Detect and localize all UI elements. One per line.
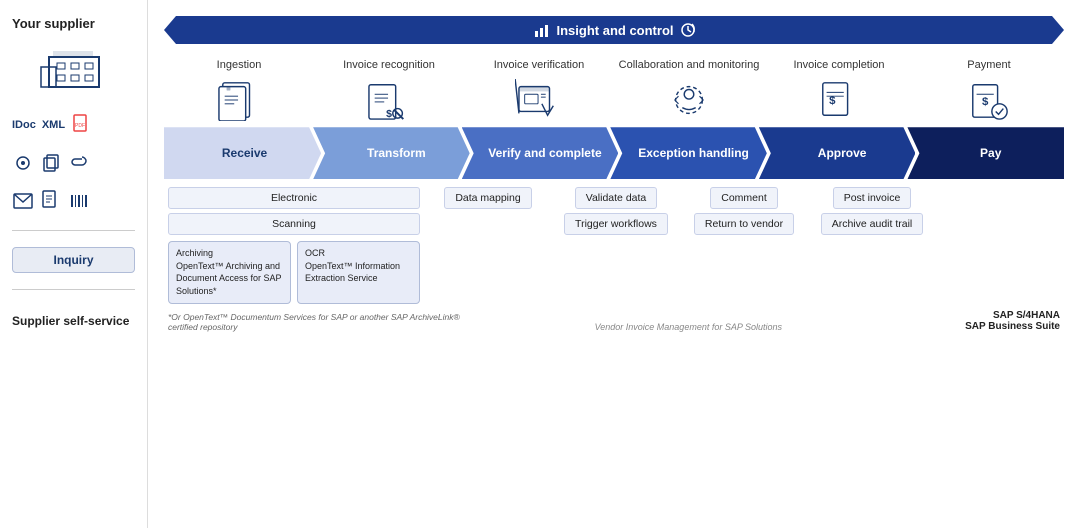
footnote: *Or OpenText™ Documentum Services for SA… — [168, 312, 465, 332]
payment-icon: $ — [965, 79, 1013, 121]
ocr-box: OCR OpenText™ Information Extraction Ser… — [297, 241, 420, 303]
electronic-item: Electronic — [168, 187, 420, 209]
pay-label: Pay — [980, 146, 1001, 162]
collaboration-icon — [665, 79, 713, 121]
insight-arrow: Insight and control — [164, 16, 1064, 44]
ingestion-title: Ingestion — [217, 58, 262, 72]
supplier-icon-area — [12, 47, 135, 92]
settings-icon — [12, 152, 34, 174]
stage-payment: Payment $ — [914, 58, 1064, 121]
stage-ingestion: Ingestion — [164, 58, 314, 121]
approve-label: Approve — [818, 146, 867, 162]
icons-row-3 — [12, 190, 135, 212]
idoc-label: IDoc — [12, 119, 36, 131]
xml-label: XML — [42, 119, 65, 131]
transform-label: Transform — [367, 146, 426, 162]
supplier-building-icon — [39, 47, 109, 92]
clock-refresh-icon — [680, 22, 696, 38]
data-mapping-item: Data mapping — [444, 187, 531, 209]
svg-text:PDF: PDF — [75, 123, 85, 129]
docs-icon — [40, 190, 62, 212]
invoice-verification-title: Invoice verification — [494, 58, 585, 72]
trigger-workflows-item: Trigger workflows — [564, 213, 668, 235]
segment-verify: Verify and complete — [462, 127, 619, 179]
svg-text:$: $ — [982, 96, 989, 108]
insight-icon — [533, 21, 551, 39]
comment-item: Comment — [710, 187, 778, 209]
ocr-subtitle: OpenText™ Information Extraction Service — [305, 260, 412, 285]
invoice-verification-icon — [515, 79, 563, 121]
payment-title: Payment — [967, 58, 1010, 72]
bottom-row: *Or OpenText™ Documentum Services for SA… — [164, 310, 1064, 332]
invoice-recognition-icon: $ — [365, 79, 413, 121]
ingestion-icon — [215, 79, 263, 121]
email-icon — [12, 190, 34, 212]
ocr-title: OCR — [305, 247, 412, 260]
inquiry-button[interactable]: Inquiry — [12, 247, 135, 273]
sidebar: Your supplier IDoc XML PDF — [0, 0, 148, 528]
col-receive: Electronic Scanning Archiving OpenText™ … — [164, 187, 424, 303]
verify-label: Verify and complete — [488, 146, 601, 162]
pdf-icon: PDF — [71, 114, 93, 136]
archiving-subtitle: OpenText™ Archiving and Document Access … — [176, 260, 283, 298]
segment-pay: Pay — [907, 127, 1064, 179]
sap-label: SAP S/4HANA SAP Business Suite — [911, 310, 1060, 332]
col-approve: Post invoice Archive audit trail — [808, 187, 936, 235]
invoice-completion-title: Invoice completion — [793, 58, 884, 72]
self-service-label: Supplier self-service — [12, 314, 135, 328]
paperclip-icon — [68, 152, 90, 174]
sidebar-divider-2 — [12, 289, 135, 290]
collaboration-title: Collaboration and monitoring — [619, 58, 760, 72]
insight-label: Insight and control — [533, 21, 696, 39]
barcode-icon — [68, 190, 90, 212]
stage-invoice-completion: Invoice completion $ — [764, 58, 914, 121]
receive-label: Receive — [222, 146, 267, 162]
col-verify: Validate data Trigger workflows — [552, 187, 680, 235]
post-invoice-item: Post invoice — [833, 187, 912, 209]
stage-invoice-recognition: Invoice recognition $ — [314, 58, 464, 121]
stage-invoice-verification: Invoice verification — [464, 58, 614, 121]
segment-receive: Receive — [164, 127, 321, 179]
icons-row-2 — [12, 152, 135, 174]
receive-archive-row: Archiving OpenText™ Archiving and Docume… — [168, 241, 420, 303]
col-transform: Data mapping — [424, 187, 552, 209]
segment-approve: Approve — [759, 127, 916, 179]
exception-label: Exception handling — [638, 146, 749, 162]
archive-audit-trail-item: Archive audit trail — [821, 213, 924, 235]
svg-text:$: $ — [386, 108, 392, 120]
insight-bar: Insight and control — [164, 12, 1064, 48]
invoice-recognition-title: Invoice recognition — [343, 58, 435, 72]
stage-collaboration: Collaboration and monitoring — [614, 58, 764, 121]
scanning-item: Scanning — [168, 213, 420, 235]
archiving-title: Archiving — [176, 247, 283, 260]
segment-exception: Exception handling — [610, 127, 767, 179]
stages-row: Ingestion Invoice recognition $ — [164, 58, 1064, 121]
content-lower: Electronic Scanning Archiving OpenText™ … — [164, 187, 1064, 303]
archiving-box: Archiving OpenText™ Archiving and Docume… — [168, 241, 291, 303]
idoc-xml-row: IDoc XML PDF — [12, 114, 135, 136]
copy-icon — [40, 152, 62, 174]
vim-label: Vendor Invoice Management for SAP Soluti… — [465, 322, 911, 332]
col-exception: Comment Return to vendor — [680, 187, 808, 235]
invoice-completion-icon: $ — [815, 79, 863, 121]
process-bar: Receive Transform Verify and complete Ex… — [164, 127, 1064, 179]
validate-data-item: Validate data — [575, 187, 658, 209]
main-content: Insight and control Ingestion — [148, 0, 1080, 528]
sidebar-divider — [12, 230, 135, 231]
segment-transform: Transform — [313, 127, 470, 179]
return-to-vendor-item: Return to vendor — [694, 213, 794, 235]
supplier-title: Your supplier — [12, 16, 135, 31]
